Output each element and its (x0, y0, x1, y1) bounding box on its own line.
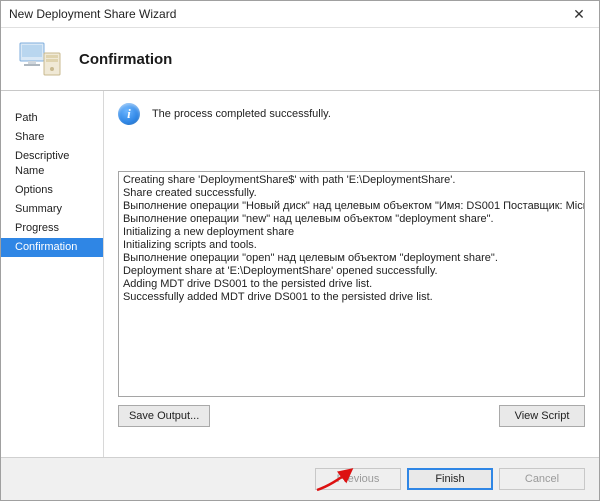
wizard-footer: Previous Finish Cancel (1, 457, 599, 500)
close-icon: ✕ (573, 6, 585, 23)
log-line: Выполнение операции "Новый диск" над цел… (123, 200, 580, 213)
log-line: Successfully added MDT drive DS001 to th… (123, 291, 580, 304)
log-line: Выполнение операции "new" над целевым об… (123, 213, 580, 226)
log-line: Share created successfully. (123, 187, 580, 200)
log-output[interactable]: Creating share 'DeploymentShare$' with p… (118, 171, 585, 397)
view-script-button[interactable]: View Script (499, 405, 585, 427)
wizard-window: New Deployment Share Wizard ✕ Confirmati… (0, 0, 600, 501)
log-line: Deployment share at 'E:\DeploymentShare'… (123, 265, 580, 278)
close-button[interactable]: ✕ (559, 1, 599, 27)
save-output-button[interactable]: Save Output... (118, 405, 210, 427)
status-row: i The process completed successfully. (118, 103, 585, 125)
step-progress[interactable]: Progress (1, 219, 103, 238)
step-options[interactable]: Options (1, 181, 103, 200)
wizard-body: Path Share Descriptive Name Options Summ… (1, 91, 599, 457)
cancel-button: Cancel (499, 468, 585, 490)
step-confirmation[interactable]: Confirmation (1, 238, 103, 257)
content-pane: i The process completed successfully. Cr… (104, 91, 599, 457)
log-line: Creating share 'DeploymentShare$' with p… (123, 174, 580, 187)
log-line: Adding MDT drive DS001 to the persisted … (123, 278, 580, 291)
step-path[interactable]: Path (1, 109, 103, 128)
log-line: Initializing a new deployment share (123, 226, 580, 239)
step-share[interactable]: Share (1, 128, 103, 147)
step-descriptive-name[interactable]: Descriptive Name (1, 147, 103, 181)
log-line: Initializing scripts and tools. (123, 239, 580, 252)
previous-button: Previous (315, 468, 401, 490)
status-text: The process completed successfully. (152, 108, 331, 120)
page-heading: Confirmation (79, 51, 172, 68)
steps-sidebar: Path Share Descriptive Name Options Summ… (1, 91, 104, 457)
window-title: New Deployment Share Wizard (9, 7, 176, 21)
info-icon: i (118, 103, 140, 125)
output-actions: Save Output... View Script (118, 405, 585, 427)
wizard-banner: Confirmation (1, 28, 599, 91)
wizard-icon (17, 35, 65, 83)
title-bar: New Deployment Share Wizard ✕ (1, 1, 599, 28)
log-line: Выполнение операции "open" над целевым о… (123, 252, 580, 265)
finish-button[interactable]: Finish (407, 468, 493, 490)
step-summary[interactable]: Summary (1, 200, 103, 219)
